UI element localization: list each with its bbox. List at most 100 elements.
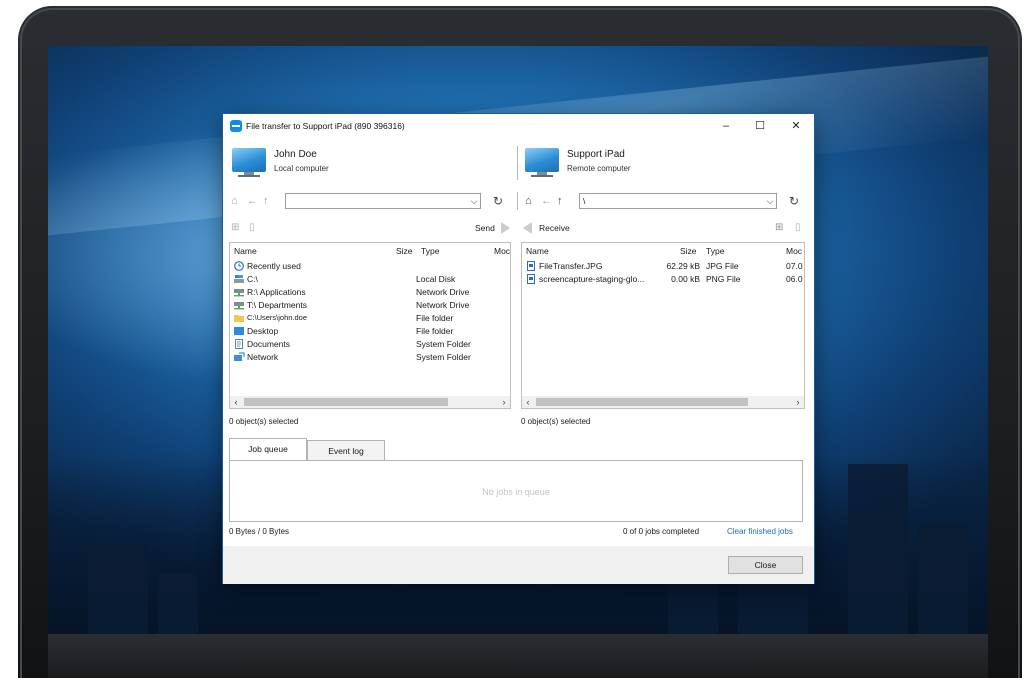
- computer-monitor-icon: [232, 148, 266, 178]
- send-button[interactable]: Send: [475, 220, 495, 236]
- local-computer-header: John Doe Local computer: [232, 146, 512, 182]
- remote-computer-label: Remote computer: [567, 164, 631, 173]
- column-header-size[interactable]: Size: [680, 246, 697, 256]
- pane-divider: [517, 146, 518, 180]
- remote-file-list: Name Size Type Moc FileTransfer.JPG 62.2…: [521, 242, 805, 409]
- new-folder-icon[interactable]: ⊞: [231, 220, 239, 236]
- list-item[interactable]: C:\ Local Disk: [230, 273, 510, 286]
- new-folder-icon[interactable]: ⊞: [775, 220, 783, 236]
- tab-job-queue[interactable]: Job queue: [229, 438, 307, 461]
- local-disk-icon: [233, 274, 245, 284]
- item-type: Network Drive: [416, 287, 470, 297]
- list-item[interactable]: Desktop File folder: [230, 325, 510, 338]
- back-arrow-icon[interactable]: ←: [541, 193, 552, 209]
- empty-queue-message: No jobs in queue: [482, 487, 550, 497]
- building: [918, 524, 968, 634]
- computer-monitor-icon: [525, 148, 559, 178]
- item-name: screencapture-staging-glo...: [539, 274, 645, 284]
- maximize-button[interactable]: ☐: [748, 118, 772, 134]
- job-queue-panel: No jobs in queue: [229, 460, 803, 522]
- home-icon[interactable]: ⌂: [525, 193, 532, 209]
- item-size: 0.00 kB: [671, 274, 700, 284]
- list-item[interactable]: T:\ Departments Network Drive: [230, 299, 510, 312]
- network-icon: [233, 352, 245, 362]
- clear-finished-jobs-link[interactable]: Clear finished jobs: [727, 527, 793, 536]
- item-type: File folder: [416, 326, 454, 336]
- title-bar[interactable]: File transfer to Support iPad (890 39631…: [223, 114, 814, 140]
- item-type: PNG File: [706, 274, 741, 284]
- item-size: 62.29 kB: [666, 261, 700, 271]
- item-type: Local Disk: [416, 274, 456, 284]
- receive-button[interactable]: Receive: [539, 220, 570, 236]
- home-icon[interactable]: ⌂: [231, 193, 238, 209]
- column-header-name[interactable]: Name: [234, 246, 257, 256]
- remote-computer-header: Support iPad Remote computer: [525, 146, 805, 182]
- local-user-name: John Doe: [274, 149, 317, 160]
- scroll-left-icon[interactable]: ‹: [522, 396, 534, 408]
- dialog-footer: [223, 546, 814, 584]
- close-window-button[interactable]: ✕: [784, 118, 808, 134]
- list-item[interactable]: C:\Users\john.doe File folder: [230, 312, 510, 325]
- item-type: File folder: [416, 313, 454, 323]
- list-item[interactable]: Network System Folder: [230, 351, 510, 364]
- scroll-left-icon[interactable]: ‹: [230, 396, 242, 408]
- item-name: Network: [247, 352, 279, 362]
- item-type: Network Drive: [416, 300, 470, 310]
- send-arrow-icon[interactable]: [501, 222, 510, 234]
- local-file-list: Name Size Type Moc Recently used C:\ Loc…: [229, 242, 511, 409]
- delete-icon[interactable]: ▯: [795, 220, 801, 236]
- list-item[interactable]: Documents System Folder: [230, 338, 510, 351]
- file-transfer-window: File transfer to Support iPad (890 39631…: [222, 113, 815, 584]
- horizontal-scrollbar[interactable]: ‹ ›: [522, 396, 804, 408]
- column-header-modified[interactable]: Moc: [494, 246, 510, 256]
- navigation-divider: [517, 192, 518, 210]
- list-item[interactable]: screencapture-staging-glo... 0.00 kB PNG…: [522, 273, 804, 286]
- scroll-right-icon[interactable]: ›: [498, 396, 510, 408]
- refresh-icon[interactable]: ↻: [789, 192, 799, 210]
- column-header-size[interactable]: Size: [396, 246, 413, 256]
- column-header-type[interactable]: Type: [706, 246, 724, 256]
- image-file-icon: [525, 261, 537, 271]
- up-arrow-icon[interactable]: ↑: [557, 193, 563, 209]
- item-type: System Folder: [416, 352, 471, 362]
- network-drive-icon: [233, 287, 245, 297]
- delete-icon[interactable]: ▯: [249, 220, 255, 236]
- item-name: FileTransfer.JPG: [539, 261, 603, 271]
- local-selection-status: 0 object(s) selected: [229, 417, 299, 426]
- column-header-name[interactable]: Name: [526, 246, 549, 256]
- jobs-completed-status: 0 of 0 jobs completed: [623, 527, 700, 536]
- documents-icon: [233, 339, 245, 349]
- tab-event-log[interactable]: Event log: [307, 440, 385, 461]
- chevron-down-icon[interactable]: ⌵: [764, 193, 776, 209]
- back-arrow-icon[interactable]: ←: [247, 193, 258, 209]
- scrollbar-thumb[interactable]: [536, 398, 748, 406]
- chevron-down-icon[interactable]: ⌵: [468, 193, 480, 209]
- building: [848, 464, 908, 634]
- up-arrow-icon[interactable]: ↑: [263, 193, 269, 209]
- list-item[interactable]: Recently used: [230, 260, 510, 273]
- item-modified: 07.0: [786, 261, 803, 271]
- minimize-button[interactable]: –: [714, 118, 738, 134]
- item-name: Documents: [247, 339, 290, 349]
- teamviewer-logo-icon: [230, 120, 242, 132]
- refresh-icon[interactable]: ↻: [493, 192, 503, 210]
- list-item[interactable]: FileTransfer.JPG 62.29 kB JPG File 07.0: [522, 260, 804, 273]
- folder-icon: [233, 313, 245, 323]
- receive-arrow-icon[interactable]: [523, 222, 532, 234]
- item-type: System Folder: [416, 339, 471, 349]
- remote-selection-status: 0 object(s) selected: [521, 417, 591, 426]
- scroll-right-icon[interactable]: ›: [792, 396, 804, 408]
- remote-device-name: Support iPad: [567, 149, 625, 160]
- list-item[interactable]: R:\ Applications Network Drive: [230, 286, 510, 299]
- item-name: Desktop: [247, 326, 279, 336]
- remote-toolbar: Receive ⊞ ▯: [523, 220, 809, 236]
- horizontal-scrollbar[interactable]: ‹ ›: [230, 396, 510, 408]
- column-header-modified[interactable]: Moc: [786, 246, 802, 256]
- local-path-input[interactable]: [285, 193, 481, 209]
- column-header-type[interactable]: Type: [421, 246, 439, 256]
- building: [88, 544, 148, 634]
- close-button[interactable]: Close: [728, 556, 803, 574]
- laptop-bottom-bezel: [48, 634, 988, 678]
- scrollbar-thumb[interactable]: [244, 398, 448, 406]
- remote-path-input[interactable]: \: [579, 193, 777, 209]
